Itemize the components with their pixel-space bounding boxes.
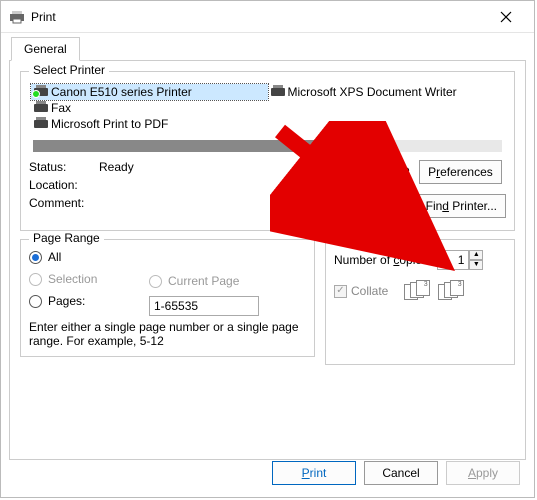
titlebar: Print — [1, 1, 534, 33]
printer-icon — [33, 101, 49, 115]
page-range-group: Page Range All Selection Pag — [20, 239, 315, 357]
printer-item[interactable]: Canon E510 series Printer — [31, 84, 268, 100]
copies-label: Number of copies: — [334, 253, 431, 267]
scrollbar-thumb[interactable] — [33, 140, 314, 152]
radio-selection-label: Selection — [48, 272, 97, 286]
apply-button: Apply — [446, 461, 520, 485]
cancel-button[interactable]: Cancel — [364, 461, 438, 485]
checkbox-box: ✓ — [334, 285, 347, 298]
printer-icon — [9, 9, 25, 25]
collate-checkbox: ✓ Collate — [334, 284, 388, 298]
radio-all-label: All — [48, 250, 61, 264]
collate-illustration: 123 123 — [404, 280, 466, 300]
printer-name: Microsoft Print to PDF — [51, 117, 168, 131]
find-printer-button[interactable]: Find Printer... — [417, 194, 506, 218]
close-icon — [500, 11, 512, 23]
printer-list[interactable]: Canon E510 series Printer Microsoft XPS … — [29, 82, 506, 152]
tab-panel-general: Select Printer Canon E510 series Printer… — [9, 60, 526, 460]
print-dialog: Print General Select Printer Canon E510 … — [0, 0, 535, 498]
copies-group: Number of copies: 1 ▲ ▼ ✓ Collate 123 — [325, 239, 515, 365]
printer-name: Canon E510 series Printer — [51, 85, 192, 99]
printer-name: Fax — [51, 101, 71, 115]
radio-all[interactable]: All — [29, 250, 149, 264]
window-title: Print — [31, 10, 486, 24]
copies-value[interactable]: 1 — [437, 250, 469, 270]
page-range-legend: Page Range — [29, 231, 104, 245]
status-label: Status: — [29, 160, 99, 174]
radio-current-page: Current Page — [149, 274, 259, 288]
radio-pages[interactable]: Pages: — [29, 294, 149, 308]
spinner-up[interactable]: ▲ — [469, 250, 483, 260]
dialog-footer: Print Cancel Apply — [272, 461, 520, 489]
preferences-button[interactable]: Preferences — [419, 160, 502, 184]
spinner-down[interactable]: ▼ — [469, 260, 483, 270]
page-range-hint: Enter either a single page number or a s… — [29, 320, 306, 348]
radio-pages-label: Pages: — [48, 294, 85, 308]
tab-general[interactable]: General — [11, 37, 80, 61]
printer-icon — [33, 117, 49, 131]
pages-input[interactable]: 1-65535 — [149, 296, 259, 316]
comment-label: Comment: — [29, 196, 99, 210]
status-left: Status: Ready Location: Comment: — [29, 160, 336, 222]
horizontal-scrollbar[interactable] — [33, 140, 502, 152]
collate-label: Collate — [351, 284, 388, 298]
radio-selection: Selection — [29, 272, 149, 286]
close-button[interactable] — [486, 3, 526, 31]
checkbox-box — [336, 163, 349, 176]
radio-current-label: Current Page — [168, 274, 239, 288]
printer-icon — [270, 85, 286, 99]
select-printer-group: Select Printer Canon E510 series Printer… — [20, 71, 515, 231]
select-printer-legend: Select Printer — [29, 63, 109, 77]
printer-icon — [33, 85, 49, 99]
printer-item[interactable]: Microsoft XPS Document Writer — [268, 84, 505, 100]
location-label: Location: — [29, 178, 99, 192]
tab-strip: General — [1, 37, 534, 61]
printer-item[interactable]: Fax — [31, 100, 268, 116]
status-value: Ready — [99, 160, 134, 174]
print-button[interactable]: Print — [272, 461, 356, 485]
print-to-file-checkbox[interactable]: Print to file — [336, 163, 410, 177]
printer-item[interactable]: Microsoft Print to PDF — [31, 116, 268, 132]
copies-spinner[interactable]: 1 ▲ ▼ — [437, 250, 483, 270]
printer-name: Microsoft XPS Document Writer — [288, 85, 457, 99]
print-to-file-label: Print to file — [353, 163, 410, 177]
